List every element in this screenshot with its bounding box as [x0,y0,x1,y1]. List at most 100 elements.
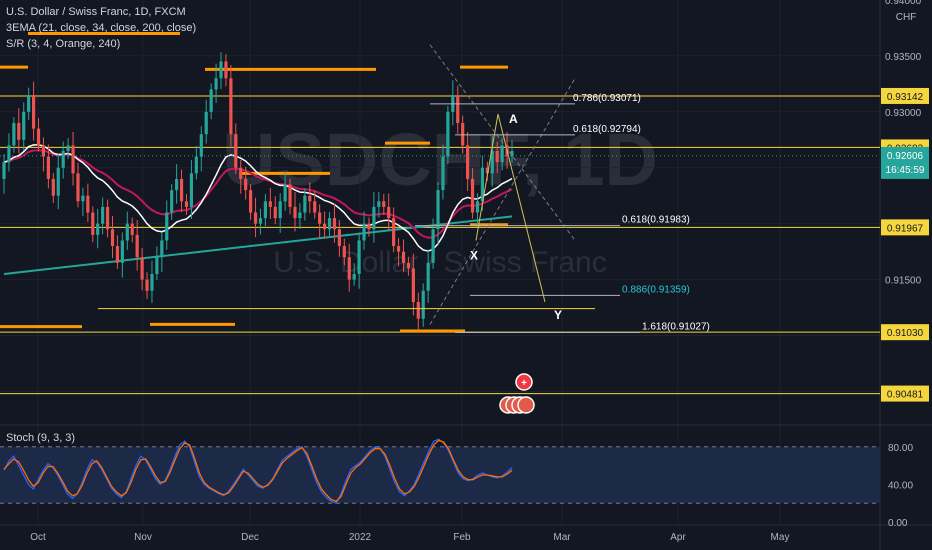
fib-label: 0.618(0.91983) [622,215,690,226]
fib-label: 0.618(0.92794) [573,124,641,135]
candle-body [91,212,95,235]
time-label: Apr [670,532,686,543]
candle-body [249,190,253,213]
candle-body [130,223,134,235]
price-chart[interactable]: USDCHF, 1DU.S. Dollar / Swiss Franc AXY … [0,0,932,550]
candle-body [105,206,110,230]
candle-body [115,246,120,263]
candle-body [86,195,90,213]
stoch-tick: 80.00 [888,443,913,454]
candle-body [219,61,223,79]
candle-body [470,178,475,213]
candle-body [110,229,115,247]
event-flag-icon: + [521,378,527,389]
candle-body [308,195,312,202]
candle-body [273,206,277,219]
price-tick: 0.94000 [885,0,922,7]
last-price-label: 0.92606 [887,151,924,162]
candle-body [140,257,144,280]
candle-body [298,212,302,219]
candle-body [51,178,55,196]
fib-label: 0.886(0.91359) [622,284,690,295]
candle-body [224,61,228,79]
candle-body [12,123,16,146]
candle-body [431,229,435,263]
candle-body [421,290,425,319]
candle-body [175,178,179,191]
candle-body [46,156,50,179]
candle-body [253,212,258,224]
candle-body [426,262,430,291]
candle-body [7,145,11,163]
candle-body [367,223,371,230]
candle-body [31,95,36,129]
candle-body [322,223,327,230]
candle-body [160,240,164,258]
candle-body [239,167,243,179]
time-label: Feb [453,532,471,543]
candle-body [268,201,272,207]
candle-body [71,145,75,174]
stoch-tick: 40.00 [888,480,913,491]
candle-body [313,201,317,213]
candle-body [406,262,411,269]
candle-body [372,206,376,230]
candle-body [387,206,391,219]
event-us-flag-icon [517,396,535,414]
time-label: Nov [134,532,152,543]
pattern-label-a: A [509,112,518,126]
indicator-ema-label[interactable]: 3EMA (21, close, 34, close, 200, close) [6,20,196,36]
candle-body [81,195,85,202]
candle-body [392,218,396,247]
price-tag-label: 0.90481 [887,390,924,401]
candle-body [41,145,46,157]
candle-body [234,134,238,168]
candle-body [456,95,460,124]
currency-label: CHF [896,12,917,23]
watermark-name: U.S. Dollar / Swiss Franc [273,246,606,279]
candle-body [401,251,406,263]
candle-body [155,257,159,275]
stoch-legend[interactable]: Stoch (9, 3, 3) [6,432,75,444]
countdown-label: 16:45:59 [886,165,925,176]
candle-body [362,223,366,241]
candle-body [76,173,80,202]
chart-legend: U.S. Dollar / Swiss Franc, 1D, FXCM 3EMA… [6,4,196,52]
candle-body [441,156,445,191]
candle-body [101,206,105,224]
candle-body [293,206,297,219]
candle-body [244,178,248,191]
candle-body [278,201,282,219]
candle-body [145,279,149,291]
candle-body [189,173,194,207]
fib-label: 1.618(0.91027) [642,322,710,333]
candle-body [303,195,307,213]
time-label: Oct [30,532,46,543]
price-tick: 0.93500 [885,52,922,63]
candle-body [56,167,60,196]
symbol-title[interactable]: U.S. Dollar / Swiss Franc, 1D, FXCM [6,4,196,20]
price-tick: 0.93000 [885,108,922,119]
candle-body [150,274,154,291]
candle-body [500,145,504,163]
candle-body [461,123,465,146]
candle-body [229,78,233,135]
candle-body [209,89,213,112]
candle-body [396,246,401,252]
candle-body [184,201,189,207]
price-tag-label: 0.93142 [887,92,924,103]
candle-body [352,274,356,280]
candle-body [283,184,287,202]
candle-body [22,111,26,140]
time-label: Dec [241,532,259,543]
time-axis[interactable]: Oct Nov Dec 2022 Feb Mar Apr May [30,532,789,543]
indicator-sr-label[interactable]: S/R (3, 4, Orange, 240) [6,36,196,52]
candle-body [125,223,129,241]
candle-body [288,184,292,207]
candle-body [194,156,198,174]
candle-body [204,111,208,135]
candle-body [120,240,124,263]
candle-body [135,234,139,258]
candle-body [357,240,361,275]
candle-body [342,246,346,258]
